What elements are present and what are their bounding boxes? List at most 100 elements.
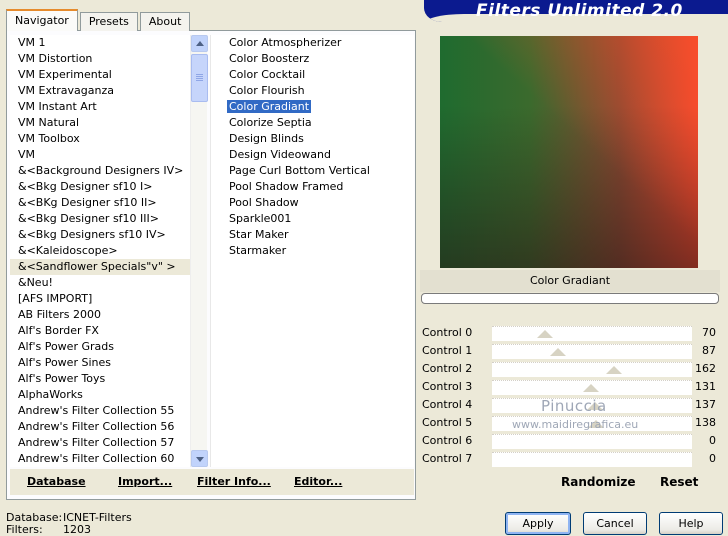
filter-item-label: Color Flourish [229,84,305,97]
category-item[interactable]: VM Natural [10,115,190,131]
control-label: Control 0 [422,326,473,339]
filter-info-button[interactable]: Filter Info... [197,475,271,488]
filter-item[interactable]: Starmaker [211,243,414,259]
slider-thumb-icon[interactable] [606,366,622,374]
watermark-name: Pinuccia [541,397,607,415]
category-item[interactable]: VM Toolbox [10,131,190,147]
filter-item[interactable]: Color Atmospherizer [211,35,414,51]
category-item[interactable]: VM Distortion [10,51,190,67]
scroll-up-button[interactable] [191,35,208,52]
tab-bar: Navigator Presets About [6,9,192,31]
control-slider[interactable] [492,434,692,449]
cancel-button[interactable]: Cancel [583,512,647,535]
control-label: Control 7 [422,452,473,465]
control-label: Control 6 [422,434,473,447]
filter-item-label: Color Gradiant [227,100,312,113]
editor-button[interactable]: Editor... [294,475,342,488]
slider-thumb-icon[interactable] [537,330,553,338]
category-item[interactable]: &<Bkg Designer sf10 I> [10,179,190,195]
category-item[interactable]: Andrew's Filter Collection 60 [10,451,190,467]
category-item[interactable]: AlphaWorks [10,387,190,403]
control-value: 0 [709,434,716,447]
tab-presets[interactable]: Presets [79,12,138,31]
control-label: Control 1 [422,344,473,357]
control-value: 131 [695,380,716,393]
slider-thumb-icon[interactable] [583,384,599,392]
category-item[interactable]: Andrew's Filter Collection 55 [10,403,190,419]
filter-item[interactable]: Colorize Septia [211,115,414,131]
control-label: Control 5 [422,416,473,429]
category-item[interactable]: Alf's Border FX [10,323,190,339]
randomize-button[interactable]: Randomize [561,475,635,489]
filter-item-label: Sparkle001 [229,212,292,225]
reset-button[interactable]: Reset [660,475,698,489]
category-item[interactable]: VM [10,147,190,163]
scroll-thumb[interactable] [191,54,208,102]
arrow-up-icon [196,41,204,46]
filter-item[interactable]: Star Maker [211,227,414,243]
category-list[interactable]: VM 1 VM Distortion VM Experimental VM Extra… [10,35,190,467]
help-button[interactable]: Help [659,512,723,535]
filter-item[interactable]: Design Videowand [211,147,414,163]
control-label: Control 3 [422,380,473,393]
control-row: Control 7 0 [420,450,720,468]
filter-item[interactable]: Pool Shadow Framed [211,179,414,195]
scroll-down-button[interactable] [191,450,208,467]
category-item[interactable]: Andrew's Filter Collection 56 [10,419,190,435]
apply-button[interactable]: Apply [505,512,571,535]
category-item[interactable]: [AFS IMPORT] [10,291,190,307]
control-label: Control 2 [422,362,473,375]
control-slider[interactable] [492,380,692,395]
category-item[interactable]: AB Filters 2000 [10,307,190,323]
category-item[interactable]: VM Extravaganza [10,83,190,99]
control-row: Control 1 87 [420,342,720,360]
filter-item[interactable]: Color Gradiant [211,99,414,115]
control-slider[interactable] [492,362,692,377]
filter-item[interactable]: Design Blinds [211,131,414,147]
category-item[interactable]: &<Background Designers IV> [10,163,190,179]
filter-item[interactable]: Sparkle001 [211,211,414,227]
control-label: Control 4 [422,398,473,411]
control-value: 138 [695,416,716,429]
slider-thumb-icon[interactable] [550,348,566,356]
category-item[interactable]: &<BKg Designer sf10 II> [10,195,190,211]
preview-highlight [440,36,698,268]
control-slider[interactable] [492,344,692,359]
filter-name-label: Color Gradiant [420,270,720,292]
arrow-down-icon [196,457,204,462]
control-slider[interactable] [492,452,692,467]
category-item[interactable]: VM Instant Art [10,99,190,115]
tab-navigator[interactable]: Navigator [6,9,78,31]
filter-item[interactable]: Pool Shadow [211,195,414,211]
tab-about[interactable]: About [139,12,191,31]
filter-list[interactable]: Color Atmospherizer Color Boosterz Color C… [210,35,414,467]
filter-item[interactable]: Color Boosterz [211,51,414,67]
navigator-toolbar: Database Import... Filter Info... Editor… [10,469,414,495]
category-item[interactable]: VM 1 [10,35,190,51]
filters-count: 1203 [63,523,91,536]
category-item[interactable]: &<Kaleidoscope> [10,243,190,259]
filter-item-label: Color Atmospherizer [229,36,342,49]
category-item[interactable]: &<Sandflower Specials"v" > [10,259,190,275]
filters-label: Filters: [6,523,43,536]
control-row: Control 3 131 [420,378,720,396]
category-item[interactable]: Andrew's Filter Collection 57 [10,435,190,451]
import-button[interactable]: Import... [118,475,172,488]
watermark-url: www.maidiregrafica.eu [512,418,639,431]
database-button[interactable]: Database [27,475,86,488]
category-item[interactable]: &<Bkg Designers sf10 IV> [10,227,190,243]
control-row: Control 0 70 [420,324,720,342]
category-scrollbar[interactable] [190,35,208,467]
category-item[interactable]: VM Experimental [10,67,190,83]
filter-item[interactable]: Color Cocktail [211,67,414,83]
category-item[interactable]: &Neu! [10,275,190,291]
control-value: 70 [702,326,716,339]
category-item[interactable]: Alf's Power Sines [10,355,190,371]
filter-item[interactable]: Page Curl Bottom Vertical [211,163,414,179]
control-slider[interactable] [492,326,692,341]
control-value: 162 [695,362,716,375]
category-item[interactable]: Alf's Power Toys [10,371,190,387]
filter-item[interactable]: Color Flourish [211,83,414,99]
category-item[interactable]: &<Bkg Designer sf10 III> [10,211,190,227]
category-item[interactable]: Alf's Power Grads [10,339,190,355]
